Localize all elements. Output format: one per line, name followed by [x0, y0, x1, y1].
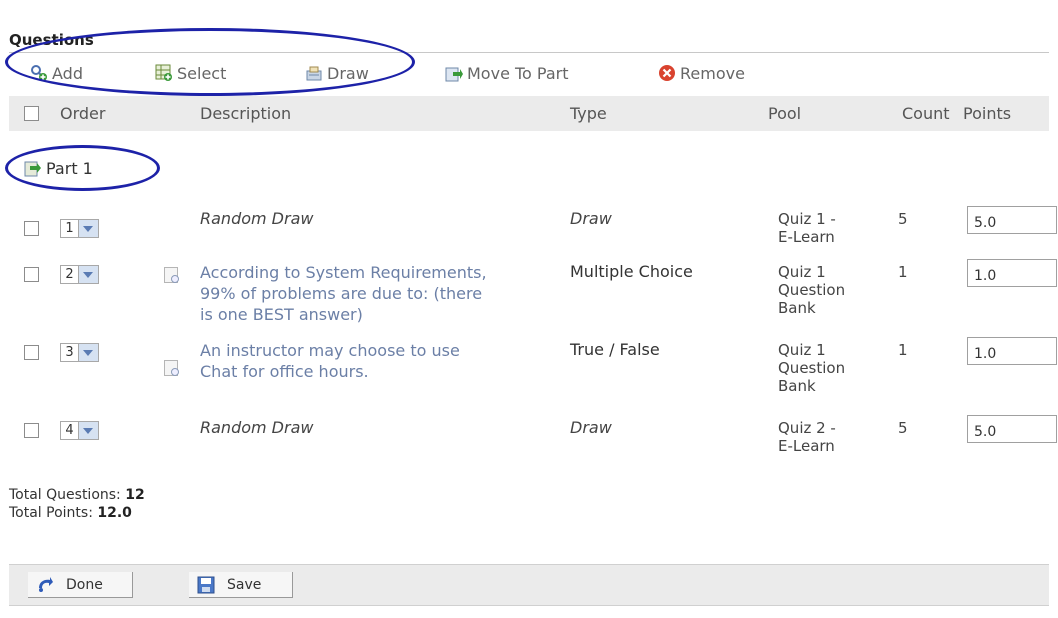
description-line: An instructor may choose to use [200, 341, 460, 360]
description-line: 99% of problems are due to: (there [200, 284, 483, 303]
remove-button[interactable]: Remove [658, 62, 745, 84]
description-text: Random Draw [200, 209, 314, 228]
part-label: Part 1 [46, 158, 93, 178]
row-checkbox[interactable] [24, 267, 39, 282]
draw-icon [305, 64, 323, 82]
type-text: Draw [570, 209, 612, 228]
footer-bar [9, 564, 1049, 606]
select-all-checkbox[interactable] [24, 106, 39, 121]
order-select[interactable]: 1 [60, 219, 99, 238]
select-grid-icon [155, 64, 173, 82]
total-points: Total Points: 12.0 [9, 505, 132, 521]
order-value: 1 [65, 221, 74, 236]
pool-line: Bank [778, 377, 816, 395]
pool-text: Quiz 1 - E-Learn [778, 210, 836, 246]
order-value: 2 [65, 267, 74, 282]
pool-line: E-Learn [778, 228, 835, 246]
description-text: Random Draw [200, 418, 314, 437]
count-text: 5 [898, 419, 908, 437]
add-button[interactable]: Add [30, 62, 83, 84]
preview-icon[interactable] [164, 360, 179, 376]
pool-line: Quiz 1 - [778, 210, 836, 228]
points-input[interactable] [967, 415, 1057, 443]
points-input[interactable] [967, 259, 1057, 287]
move-to-part-button[interactable]: Move To Part [445, 62, 569, 84]
header-points: Points [963, 104, 1012, 123]
question-link[interactable]: According to System Requirements, 99% of… [200, 262, 487, 325]
part-row[interactable]: Part 1 [24, 152, 93, 184]
order-select[interactable]: 3 [60, 343, 99, 362]
chevron-down-icon [78, 220, 98, 237]
points-input[interactable] [967, 337, 1057, 365]
draw-button[interactable]: Draw [305, 62, 369, 84]
row-checkbox[interactable] [24, 221, 39, 236]
header-description: Description [200, 104, 292, 123]
done-label: Done [66, 576, 103, 593]
add-question-icon [30, 64, 48, 82]
count-text: 1 [898, 341, 908, 359]
description-line: According to System Requirements, [200, 263, 487, 282]
section-title: Questions [9, 31, 94, 49]
description-line: is one BEST answer) [200, 305, 363, 324]
order-select[interactable]: 2 [60, 265, 99, 284]
total-points-value: 12.0 [97, 505, 132, 521]
table-header [9, 96, 1049, 131]
pool-text: Quiz 1 Question Bank [778, 341, 845, 395]
pool-line: Question [778, 359, 846, 377]
pool-text: Quiz 1 Question Bank [778, 263, 845, 317]
pool-line: Quiz 2 - [778, 419, 836, 437]
points-input[interactable] [967, 206, 1057, 234]
draw-label: Draw [327, 63, 369, 83]
remove-label: Remove [680, 63, 745, 83]
total-questions: Total Questions: 12 [9, 487, 145, 503]
select-label: Select [177, 63, 227, 83]
order-value: 3 [65, 345, 74, 360]
pool-line: Quiz 1 [778, 263, 826, 281]
order-select[interactable]: 4 [60, 421, 99, 440]
pool-line: Quiz 1 [778, 341, 826, 359]
header-count: Count [902, 104, 950, 123]
move-to-part-label: Move To Part [467, 63, 569, 83]
done-icon [36, 576, 54, 594]
row-checkbox[interactable] [24, 423, 39, 438]
pool-line: Bank [778, 299, 816, 317]
move-to-part-icon [445, 64, 463, 82]
order-value: 4 [65, 423, 74, 438]
type-text: Multiple Choice [570, 262, 693, 281]
type-text: True / False [570, 340, 660, 359]
save-button[interactable]: Save [189, 572, 293, 598]
count-text: 5 [898, 210, 908, 228]
count-text: 1 [898, 263, 908, 281]
pool-line: E-Learn [778, 437, 835, 455]
add-label: Add [52, 63, 83, 83]
remove-icon [658, 64, 676, 82]
description-line: Chat for office hours. [200, 362, 369, 381]
row-checkbox[interactable] [24, 345, 39, 360]
select-button[interactable]: Select [155, 62, 226, 84]
save-label: Save [227, 576, 262, 593]
preview-icon[interactable] [164, 267, 179, 283]
pool-line: Question [778, 281, 846, 299]
header-pool: Pool [768, 104, 802, 123]
total-questions-label: Total Questions: [9, 487, 121, 503]
save-icon [197, 576, 215, 594]
chevron-down-icon [78, 422, 98, 439]
total-points-label: Total Points: [9, 505, 93, 521]
type-text: Draw [570, 418, 612, 437]
chevron-down-icon [78, 344, 98, 361]
chevron-down-icon [78, 266, 98, 283]
title-divider [9, 52, 1049, 53]
total-questions-value: 12 [125, 487, 145, 503]
pool-text: Quiz 2 - E-Learn [778, 419, 836, 455]
part-icon [24, 159, 42, 177]
question-link[interactable]: An instructor may choose to use Chat for… [200, 340, 460, 382]
header-type: Type [570, 104, 607, 123]
header-order: Order [60, 104, 106, 123]
done-button[interactable]: Done [28, 572, 133, 598]
